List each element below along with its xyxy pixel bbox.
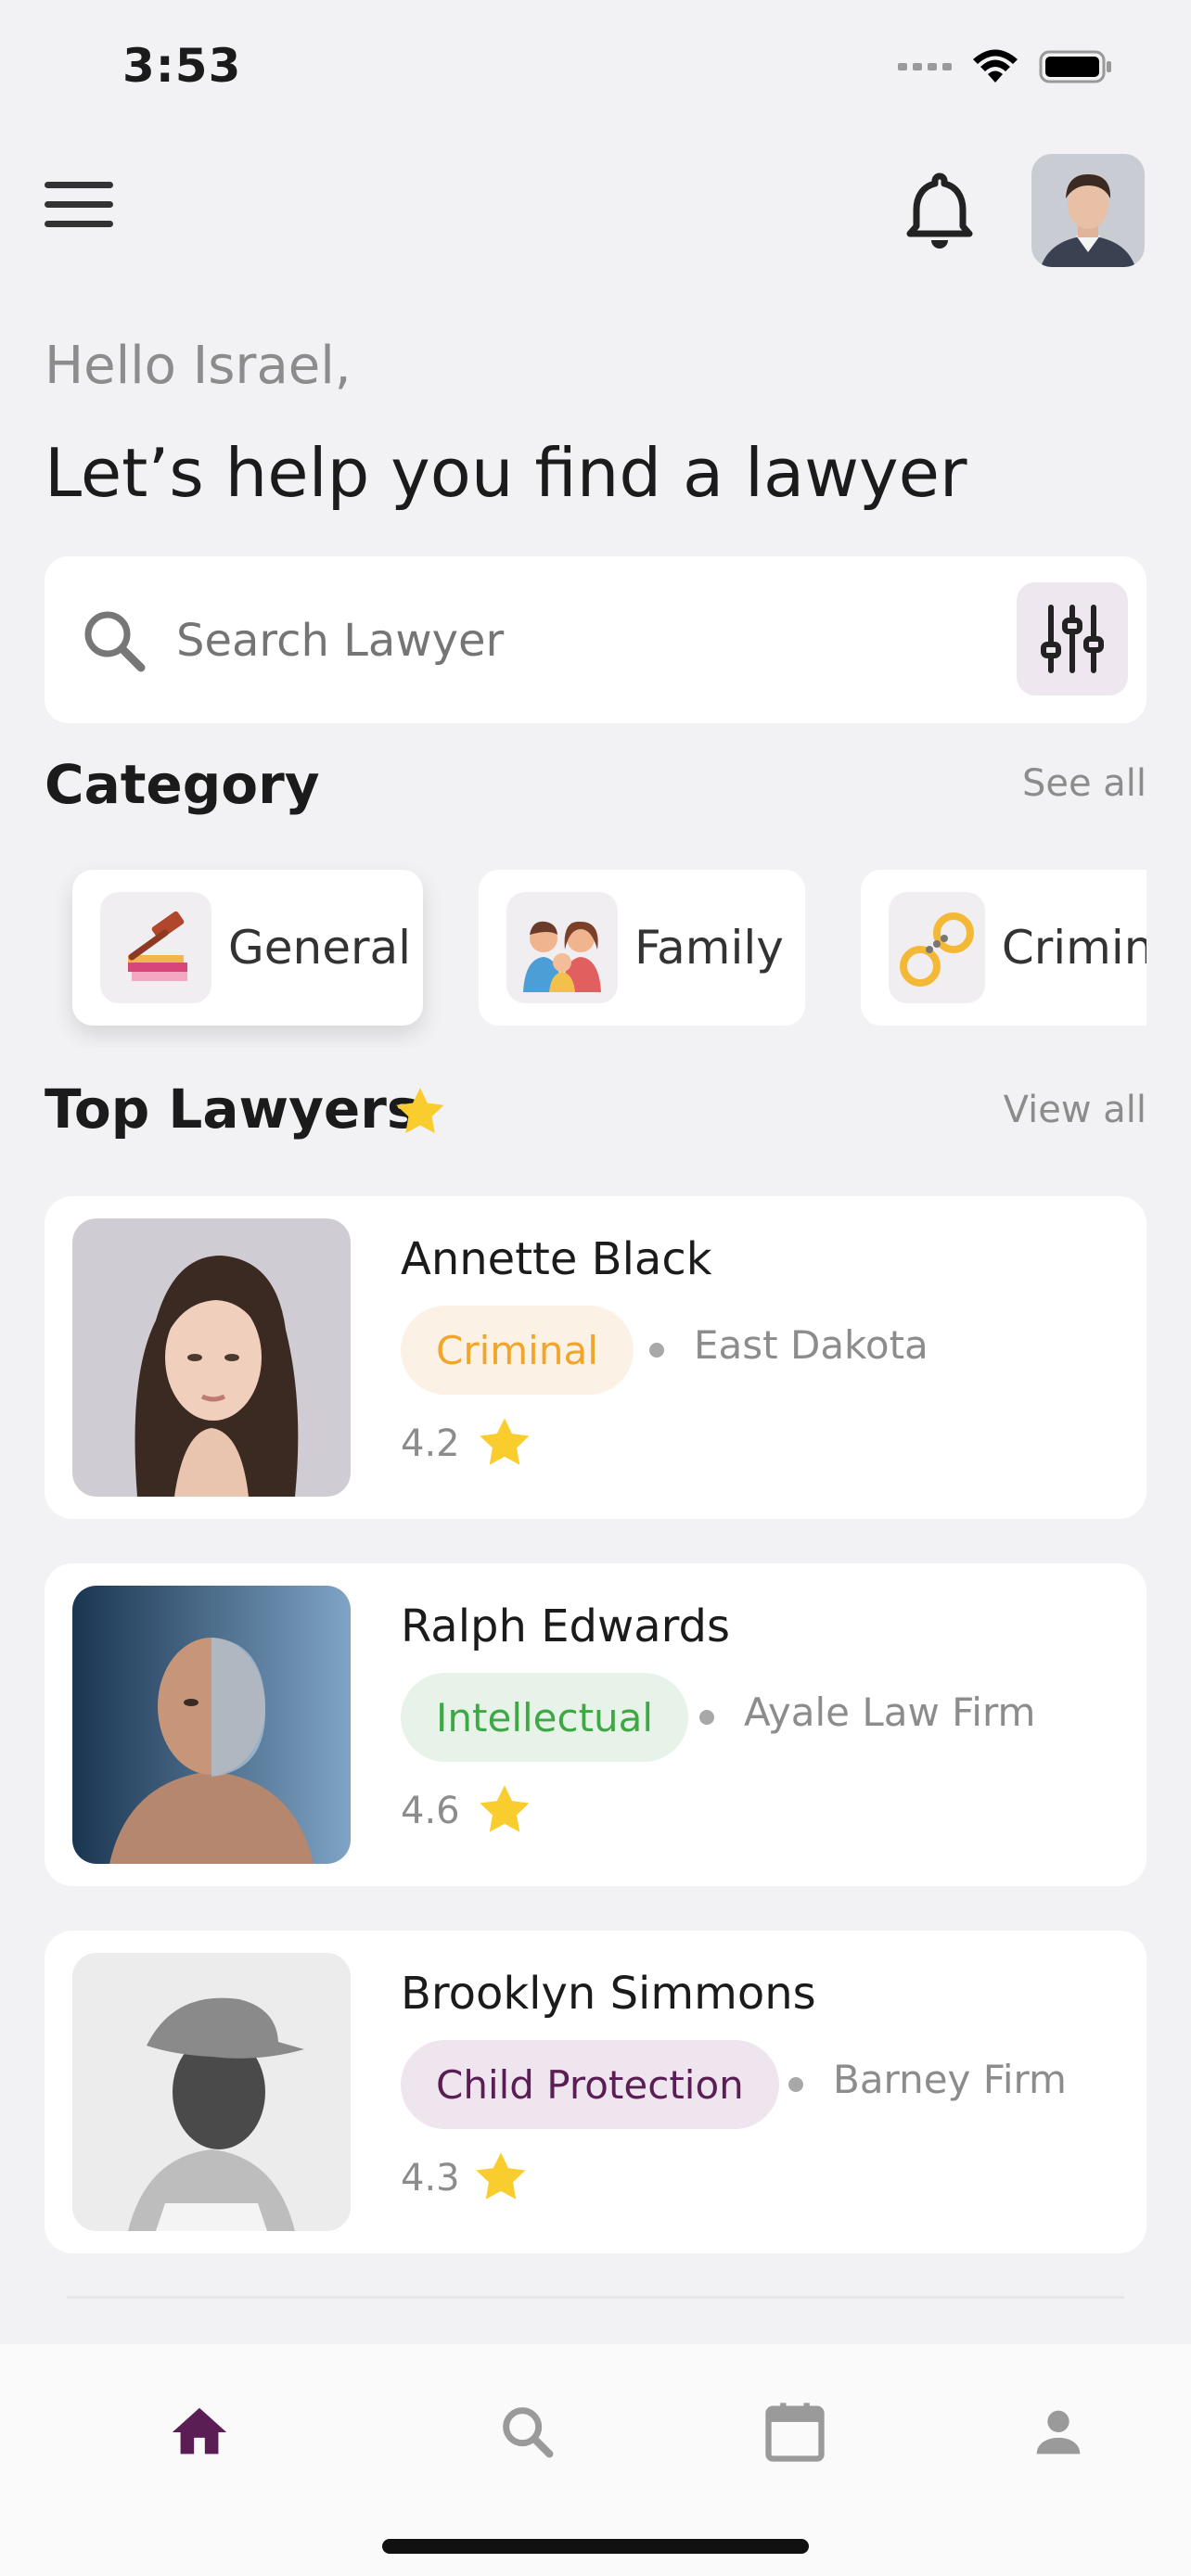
category-label: Criminal <box>1001 921 1146 975</box>
see-all-link[interactable]: See all <box>1022 762 1146 805</box>
search-icon <box>84 611 146 672</box>
search-bar <box>45 556 1146 723</box>
greeting-text: Hello Israel, <box>45 336 352 396</box>
lawyer-rating: 4.3 <box>401 2157 460 2200</box>
star-icon <box>480 1418 530 1465</box>
user-avatar[interactable] <box>1031 154 1145 267</box>
handcuffs-icon <box>889 892 985 1003</box>
lawyer-name: Ralph Edwards <box>401 1600 731 1652</box>
lawyer-photo <box>72 1218 351 1497</box>
category-tag: Criminal <box>401 1306 634 1395</box>
star-icon <box>396 1088 444 1133</box>
tab-home[interactable] <box>148 2381 250 2483</box>
top-lawyers-title: Top Lawyers <box>45 1078 419 1141</box>
category-list: General Family Crimin <box>45 862 1146 1048</box>
filter-button[interactable] <box>1017 582 1128 695</box>
calendar-icon <box>765 2403 825 2462</box>
status-bar: 3:53 <box>0 0 1191 139</box>
lawyer-firm: East Dakota <box>694 1322 928 1368</box>
lawyer-rating: 4.2 <box>401 1422 460 1465</box>
lawyer-firm: Barney Firm <box>833 2057 1067 2102</box>
separator-dot <box>788 2077 803 2092</box>
status-time: 3:53 <box>122 39 242 93</box>
wifi-icon <box>973 49 1018 83</box>
notification-bell-icon[interactable] <box>898 167 981 250</box>
category-tag: Intellectual <box>401 1673 689 1762</box>
sliders-icon <box>1041 605 1104 673</box>
tab-calendar[interactable] <box>744 2381 846 2483</box>
star-icon <box>476 2152 526 2200</box>
lawyer-card[interactable]: Ralph Edwards Intellectual Ayale Law Fir… <box>45 1563 1146 1886</box>
home-indicator <box>382 2539 809 2554</box>
lawyer-name: Brooklyn Simmons <box>401 1968 816 2020</box>
search-icon <box>503 2407 554 2458</box>
battery-icon <box>1039 50 1111 83</box>
lawyer-photo <box>72 1953 351 2231</box>
category-label: General <box>228 921 412 975</box>
category-criminal[interactable]: Criminal <box>861 870 1146 1026</box>
lawyer-firm: Ayale Law Firm <box>744 1690 1036 1735</box>
category-tag: Child Protection <box>401 2040 779 2129</box>
page-title: Let’s help you find a lawyer <box>45 434 967 512</box>
star-icon <box>480 1785 530 1832</box>
lawyer-rating: 4.6 <box>401 1790 460 1832</box>
category-title: Category <box>45 753 320 816</box>
lawyer-photo <box>72 1586 351 1864</box>
divider <box>67 2296 1124 2299</box>
separator-dot <box>649 1343 664 1358</box>
gavel-books-icon <box>100 892 211 1003</box>
category-family[interactable]: Family <box>479 870 805 1026</box>
profile-icon <box>1036 2410 1081 2455</box>
category-label: Family <box>634 921 784 975</box>
search-input[interactable] <box>176 608 918 673</box>
menu-icon[interactable] <box>45 182 113 234</box>
top-bar <box>45 148 1145 269</box>
signal-icon <box>898 63 952 70</box>
lawyer-name: Annette Black <box>401 1233 712 1285</box>
status-icons <box>898 48 1113 85</box>
view-all-link[interactable]: View all <box>1004 1089 1146 1131</box>
home-icon <box>172 2407 227 2455</box>
family-icon <box>506 892 618 1003</box>
tab-search[interactable] <box>477 2381 579 2483</box>
separator-dot <box>699 1710 714 1725</box>
category-general[interactable]: General <box>72 870 423 1026</box>
lawyer-card[interactable]: Annette Black Criminal East Dakota 4.2 <box>45 1196 1146 1519</box>
tab-profile[interactable] <box>1007 2381 1109 2483</box>
lawyer-card[interactable]: Brooklyn Simmons Child Protection Barney… <box>45 1931 1146 2253</box>
